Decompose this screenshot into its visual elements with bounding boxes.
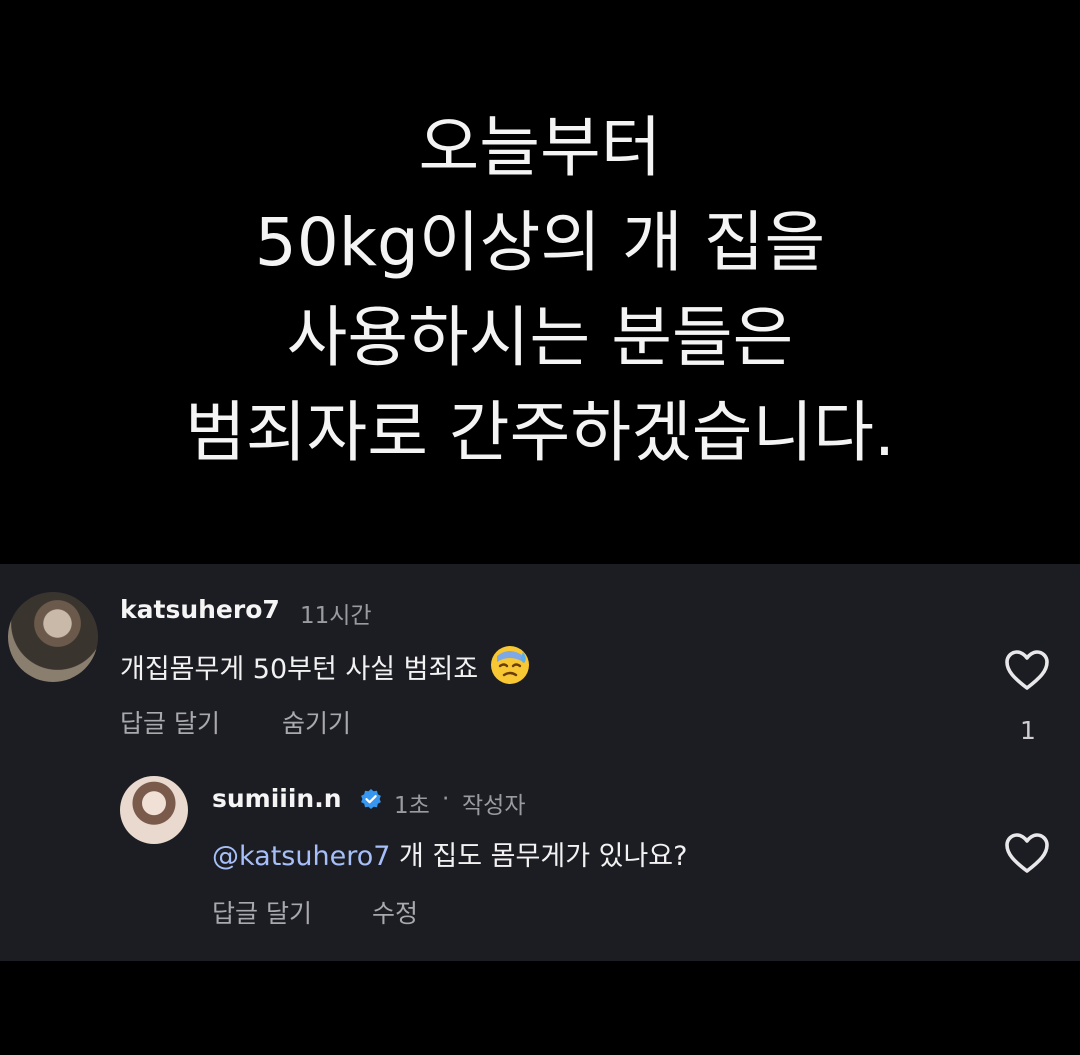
- caption-line-2: 50kg이상의 개 집을: [254, 204, 826, 281]
- reply-button[interactable]: 답글 달기: [120, 704, 220, 740]
- reply-username[interactable]: sumiiin.n: [212, 784, 342, 813]
- caption-line-1: 오늘부터: [418, 109, 662, 186]
- hide-button[interactable]: 숨기기: [282, 704, 351, 740]
- reply-button[interactable]: 답글 달기: [212, 894, 312, 930]
- caption-line-3: 사용하시는 분들은: [286, 299, 794, 376]
- heart-icon[interactable]: [1004, 649, 1050, 691]
- comment-text: 개집몸무게 50부턴 사실 범죄죠: [120, 644, 531, 686]
- edit-button[interactable]: 수정: [372, 894, 418, 930]
- avatar[interactable]: [8, 592, 98, 682]
- like-count: 1: [1020, 716, 1036, 745]
- comment-text-content: 개집몸무게 50부턴 사실 범죄죠: [120, 654, 479, 685]
- heart-icon[interactable]: [1004, 832, 1050, 874]
- downcast-sweat-face-emoji: [490, 646, 529, 684]
- comment-timestamp: 11시간: [300, 603, 372, 629]
- mention-link[interactable]: @katsuhero7: [212, 841, 390, 872]
- post-image: 오늘부터 50kg이상의 개 집을 사용하시는 분들은 범죄자로 간주하겠습니다…: [0, 0, 1080, 564]
- reply-text: @katsuhero7 개 집도 몸무게가 있나요?: [212, 834, 687, 873]
- reply-timestamp: 1초: [394, 793, 430, 819]
- reply-text-content: 개 집도 몸무게가 있나요?: [399, 841, 688, 872]
- caption-line-4: 범죄자로 간주하겠습니다.: [185, 394, 895, 471]
- comments-panel: katsuhero7 11시간 개집몸무게 50부턴 사실 범죄죠 답글 달기 …: [0, 564, 1080, 961]
- verified-badge-icon: [361, 789, 381, 809]
- avatar[interactable]: [120, 776, 188, 844]
- meta-separator: ·: [442, 786, 450, 812]
- author-tag: 작성자: [462, 793, 526, 819]
- comment-username[interactable]: katsuhero7: [120, 595, 280, 624]
